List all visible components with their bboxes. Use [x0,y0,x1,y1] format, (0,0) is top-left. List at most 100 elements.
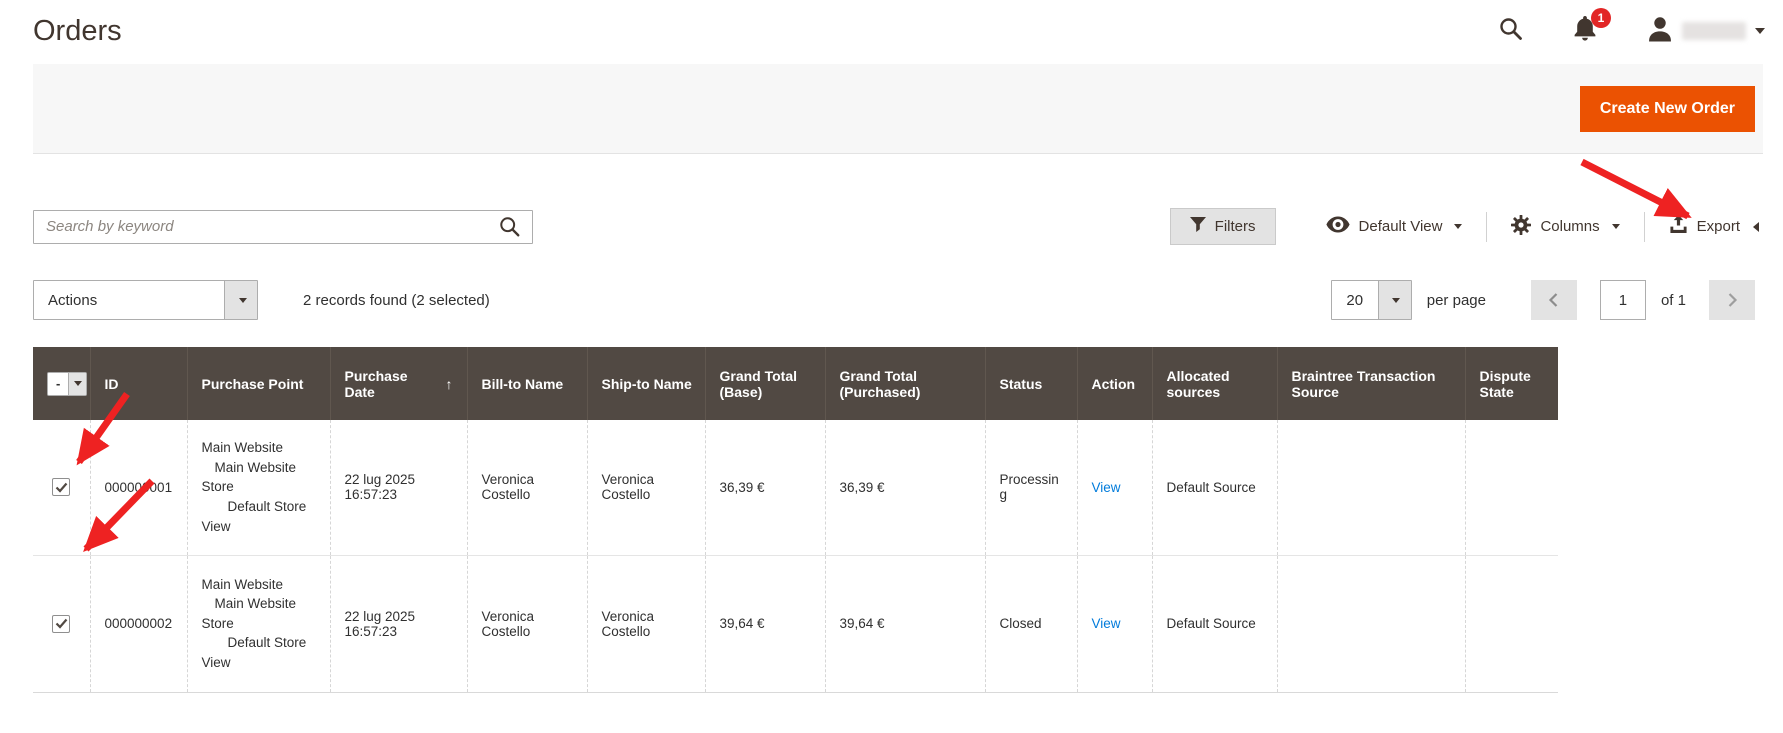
select-all-header: - [33,347,90,420]
chevron-left-icon [1753,222,1759,232]
column-header-allocated-sources[interactable]: Allocated sources [1152,347,1277,420]
column-header-grand-total-purchased[interactable]: Grand Total (Purchased) [825,347,985,420]
ship-to-cell: Veronica Costello [587,555,705,692]
view-order-link[interactable]: View [1092,616,1121,631]
page-header: Orders 1 [0,0,1783,52]
default-view-dropdown[interactable]: Default View [1302,216,1487,237]
current-page-input[interactable] [1600,280,1646,320]
global-search-button[interactable] [1499,17,1523,46]
table-row: 000000002 Main Website Main Website Stor… [33,555,1558,692]
user-icon [1647,16,1673,47]
gear-icon [1511,215,1531,239]
bill-to-cell: Veronica Costello [467,420,587,555]
table-row: 000000001 Main Website Main Website Stor… [33,420,1558,555]
column-header-dispute-state[interactable]: Dispute State [1465,347,1558,420]
search-icon [1499,17,1523,46]
select-all-dropdown[interactable]: - [47,372,87,396]
column-header-action[interactable]: Action [1077,347,1152,420]
row-checkbox[interactable] [52,478,70,496]
dispute-state-cell [1465,555,1558,692]
status-cell: Processing [985,420,1077,555]
page-size-select[interactable]: 20 [1331,280,1412,320]
grid-controls-row: Actions 2 records found (2 selected) 20 … [33,280,1763,320]
export-dropdown[interactable]: Export [1645,215,1763,238]
admin-user-menu[interactable] [1647,16,1765,47]
column-header-purchase-date[interactable]: Purchase Date ↑ [330,347,467,420]
dispute-state-cell [1465,420,1558,555]
search-input[interactable] [33,210,533,244]
grid-toolbar: Filters Default View [33,208,1763,245]
chevron-down-icon [1755,28,1765,34]
grand-total-purchased-cell: 39,64 € [825,555,985,692]
previous-page-button[interactable] [1531,280,1577,320]
export-label: Export [1697,218,1740,235]
page-actions-band: Create New Order [33,64,1763,154]
page-size-value: 20 [1332,281,1378,319]
grid-toolbar-controls: Filters Default View [1170,208,1763,245]
page-title: Orders [33,15,122,48]
allocated-sources-cell: Default Source [1152,555,1277,692]
purchase-point-cell: Main Website Main Website Store Default … [187,555,330,692]
notification-badge[interactable]: 1 [1591,8,1611,28]
columns-label: Columns [1540,218,1599,235]
actions-select[interactable]: Actions [33,280,258,320]
filter-funnel-icon [1190,217,1206,236]
column-header-id[interactable]: ID [90,347,187,420]
sort-ascending-icon: ↑ [446,376,453,392]
column-header-ship-to[interactable]: Ship-to Name [587,347,705,420]
chevron-down-icon [1392,298,1400,303]
orders-page: Orders 1 Create New O [0,0,1783,733]
order-id-cell: 000000002 [90,555,187,692]
grand-total-purchased-cell: 36,39 € [825,420,985,555]
chevron-down-icon [1612,224,1620,229]
column-header-purchase-point[interactable]: Purchase Point [187,347,330,420]
column-header-bill-to[interactable]: Bill-to Name [467,347,587,420]
action-cell: View [1077,420,1152,555]
table-header-row: - ID Purchase Point Purchase Date ↑ Bill… [33,347,1558,420]
status-cell: Closed [985,555,1077,692]
admin-nav-icons: 1 [1499,16,1765,47]
purchase-date-cell: 22 lug 2025 16:57:23 [330,555,467,692]
braintree-source-cell [1277,420,1465,555]
search-submit-icon[interactable] [499,216,521,243]
user-name-redacted [1682,22,1746,40]
column-header-status[interactable]: Status [985,347,1077,420]
export-icon [1669,215,1688,238]
ship-to-cell: Veronica Costello [587,420,705,555]
next-page-button[interactable] [1709,280,1755,320]
order-id-cell: 000000001 [90,420,187,555]
chevron-down-icon [68,373,86,395]
page-size-toggle[interactable] [1378,281,1411,319]
default-view-label: Default View [1359,218,1443,235]
grand-total-base-cell: 36,39 € [705,420,825,555]
braintree-source-cell [1277,555,1465,692]
action-cell: View [1077,555,1152,692]
chevron-down-icon [239,298,247,303]
bill-to-cell: Veronica Costello [467,555,587,692]
notifications-button[interactable]: 1 [1573,16,1597,47]
select-all-value: - [48,373,68,395]
filters-button[interactable]: Filters [1170,208,1276,245]
columns-dropdown[interactable]: Columns [1487,215,1643,239]
row-checkbox[interactable] [52,615,70,633]
actions-select-toggle[interactable] [224,281,257,319]
filters-label: Filters [1215,218,1256,235]
pagination: 20 per page of 1 [1331,280,1763,320]
purchase-date-cell: 22 lug 2025 16:57:23 [330,420,467,555]
chevron-down-icon [1454,224,1462,229]
grand-total-base-cell: 39,64 € [705,555,825,692]
allocated-sources-cell: Default Source [1152,420,1277,555]
column-header-braintree[interactable]: Braintree Transaction Source [1277,347,1465,420]
orders-table: - ID Purchase Point Purchase Date ↑ Bill… [33,347,1558,693]
row-select-cell [33,555,90,692]
view-order-link[interactable]: View [1092,480,1121,495]
purchase-point-cell: Main Website Main Website Store Default … [187,420,330,555]
per-page-label: per page [1427,292,1486,309]
column-header-grand-total-base[interactable]: Grand Total (Base) [705,347,825,420]
actions-select-value: Actions [34,281,224,319]
records-summary: 2 records found (2 selected) [303,292,490,309]
create-new-order-button[interactable]: Create New Order [1580,86,1755,132]
keyword-search [33,210,533,244]
eye-icon [1326,216,1350,237]
total-pages-label: of 1 [1661,292,1686,309]
